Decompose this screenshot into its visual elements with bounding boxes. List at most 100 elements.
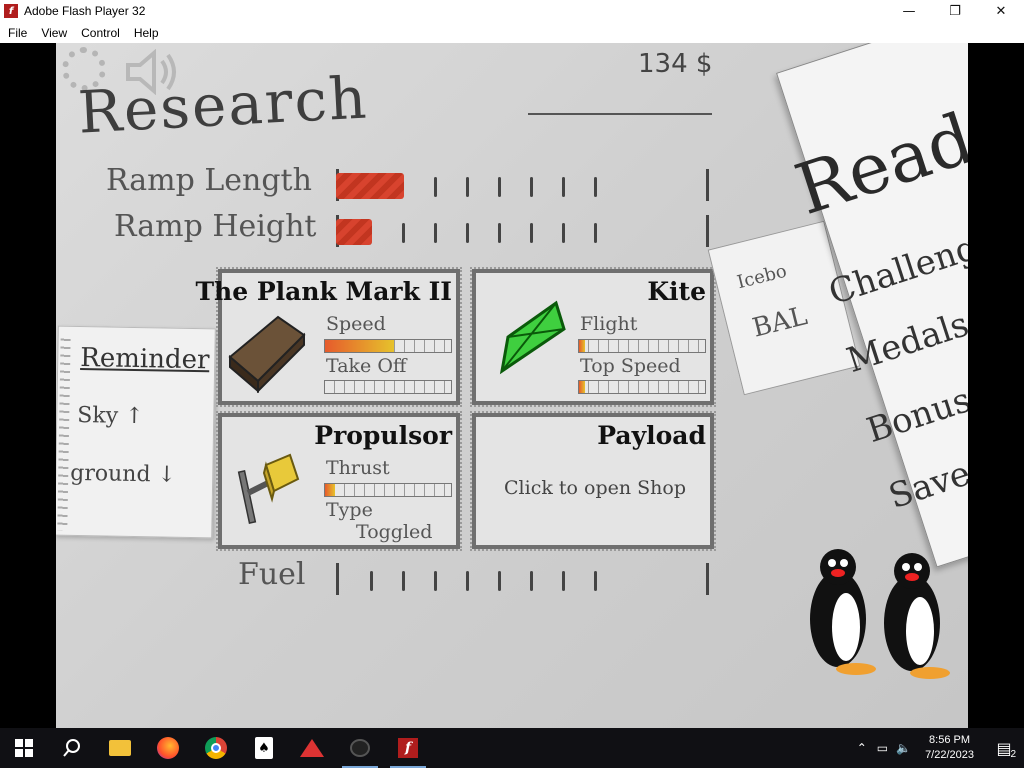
menu-file[interactable]: File xyxy=(0,26,34,40)
window-title: Adobe Flash Player 32 xyxy=(24,4,146,18)
taskbar-red-app[interactable] xyxy=(288,728,336,768)
clock-time: 8:56 PM xyxy=(929,734,971,746)
fuel-label: Fuel xyxy=(238,557,306,592)
folder-icon xyxy=(109,740,131,756)
notification-center-button[interactable]: ▤ 2 xyxy=(984,728,1024,768)
track-step-tick xyxy=(434,177,437,197)
flash-icon: f xyxy=(398,738,418,758)
money-underline xyxy=(528,113,712,115)
kite-topspeed-label: Top Speed xyxy=(580,355,681,377)
ramp-length-upgrade-track[interactable] xyxy=(336,169,712,201)
menu-help[interactable]: Help xyxy=(127,26,166,40)
cards-icon: ♠ xyxy=(255,737,273,759)
track-step-tick xyxy=(530,177,533,197)
search-icon xyxy=(63,739,80,757)
track-step-tick xyxy=(530,223,533,243)
minimize-button[interactable]: — xyxy=(886,0,932,22)
plank-icon xyxy=(228,315,306,393)
track-step-tick xyxy=(466,223,469,243)
flash-player-icon: f xyxy=(4,4,18,18)
kite-topspeed-fill xyxy=(579,381,586,393)
track-step-tick xyxy=(562,223,565,243)
track-end-tick xyxy=(706,169,709,201)
track-step-tick xyxy=(562,177,565,197)
track-step-tick xyxy=(594,571,597,591)
plank-speed-label: Speed xyxy=(326,313,386,335)
kite-title: Kite xyxy=(647,277,706,306)
track-step-tick xyxy=(498,177,501,197)
payload-panel[interactable]: Payload Click to open Shop xyxy=(470,411,716,551)
search-button[interactable] xyxy=(48,728,96,768)
taskbar-firefox[interactable] xyxy=(144,728,192,768)
propulsor-icon xyxy=(237,453,300,524)
money-display: 134 $ xyxy=(638,49,713,79)
track-level-fill xyxy=(336,219,372,245)
kite-flight-fill xyxy=(579,340,586,352)
background-paper-text-1: Icebo xyxy=(735,260,789,294)
background-paper-text-2: BAL xyxy=(749,301,811,344)
track-step-tick xyxy=(562,571,565,591)
track-step-tick xyxy=(434,223,437,243)
fuel-upgrade-track[interactable] xyxy=(336,563,712,595)
red-app-icon xyxy=(300,739,324,757)
track-start-tick xyxy=(336,563,339,595)
taskbar-solitaire[interactable]: ♠ xyxy=(240,728,288,768)
reminder-title: Reminder xyxy=(80,343,210,376)
propulsor-type-label: Type xyxy=(326,499,373,521)
windows-taskbar: ♠ f ⌃ ▭ 🔈 8:56 PM 7/22/2023 ▤ 2 xyxy=(0,728,1024,768)
notebook-spiral xyxy=(57,334,71,531)
track-step-tick xyxy=(402,223,405,243)
system-tray: ⌃ ▭ 🔈 8:56 PM 7/22/2023 ▤ 2 xyxy=(851,728,1024,768)
chevron-up-icon[interactable]: ⌃ xyxy=(857,741,867,755)
volume-muted-icon[interactable]: 🔈 xyxy=(896,741,911,755)
taskbar-flash-player[interactable]: f xyxy=(384,728,432,768)
track-step-tick xyxy=(594,223,597,243)
propulsor-type-value: Toggled xyxy=(356,521,433,543)
start-button[interactable] xyxy=(0,728,48,768)
plank-panel[interactable]: The Plank Mark II Speed Take Off xyxy=(195,267,462,407)
track-step-tick xyxy=(594,177,597,197)
network-icon[interactable]: ▭ xyxy=(877,741,888,755)
taskbar-pingu-game[interactable] xyxy=(336,728,384,768)
ramp-length-label: Ramp Length xyxy=(106,163,312,198)
taskbar-chrome[interactable] xyxy=(192,728,240,768)
window-titlebar: f Adobe Flash Player 32 — ❐ ✕ xyxy=(0,0,1024,22)
track-step-tick xyxy=(530,571,533,591)
track-step-tick xyxy=(498,571,501,591)
track-end-tick xyxy=(706,215,709,247)
propulsor-panel[interactable]: Propulsor Thrust Type Toggled xyxy=(216,411,462,551)
clock-date: 7/22/2023 xyxy=(925,749,974,761)
taskbar-clock[interactable]: 8:56 PM 7/22/2023 xyxy=(925,733,974,763)
track-step-tick xyxy=(498,223,501,243)
kite-flight-label: Flight xyxy=(580,313,638,335)
plank-speed-meter xyxy=(324,339,452,353)
menu-control[interactable]: Control xyxy=(74,26,127,40)
reminder-note: Reminder Sky ↑ ground ↓ xyxy=(56,325,216,539)
reminder-ground: ground ↓ xyxy=(70,460,177,488)
track-step-tick xyxy=(466,177,469,197)
menu-view[interactable]: View xyxy=(34,26,74,40)
track-step-tick xyxy=(370,571,373,591)
kite-flight-meter xyxy=(578,339,706,353)
close-button[interactable]: ✕ xyxy=(978,0,1024,22)
plank-takeoff-meter xyxy=(324,380,452,394)
track-level-fill xyxy=(336,173,404,199)
restore-button[interactable]: ❐ xyxy=(932,0,978,22)
reminder-sky: Sky ↑ xyxy=(77,402,144,430)
propulsor-thrust-label: Thrust xyxy=(326,457,390,479)
propulsor-thrust-fill xyxy=(325,484,336,496)
penguin-characters xyxy=(810,549,950,679)
firefox-icon xyxy=(157,737,179,759)
penguin-game-icon xyxy=(350,739,370,757)
kite-panel[interactable]: Kite Flight Top Speed xyxy=(470,267,716,407)
open-shop-hint: Click to open Shop xyxy=(504,477,686,499)
windows-logo-icon xyxy=(15,739,33,757)
plank-takeoff-label: Take Off xyxy=(326,355,407,377)
taskbar-file-explorer[interactable] xyxy=(96,728,144,768)
kite-icon xyxy=(499,300,566,375)
ramp-height-label: Ramp Height xyxy=(114,209,317,244)
ramp-height-upgrade-track[interactable] xyxy=(336,215,712,247)
track-end-tick xyxy=(706,563,709,595)
chrome-icon xyxy=(205,737,227,759)
page-title: Research xyxy=(76,63,370,147)
